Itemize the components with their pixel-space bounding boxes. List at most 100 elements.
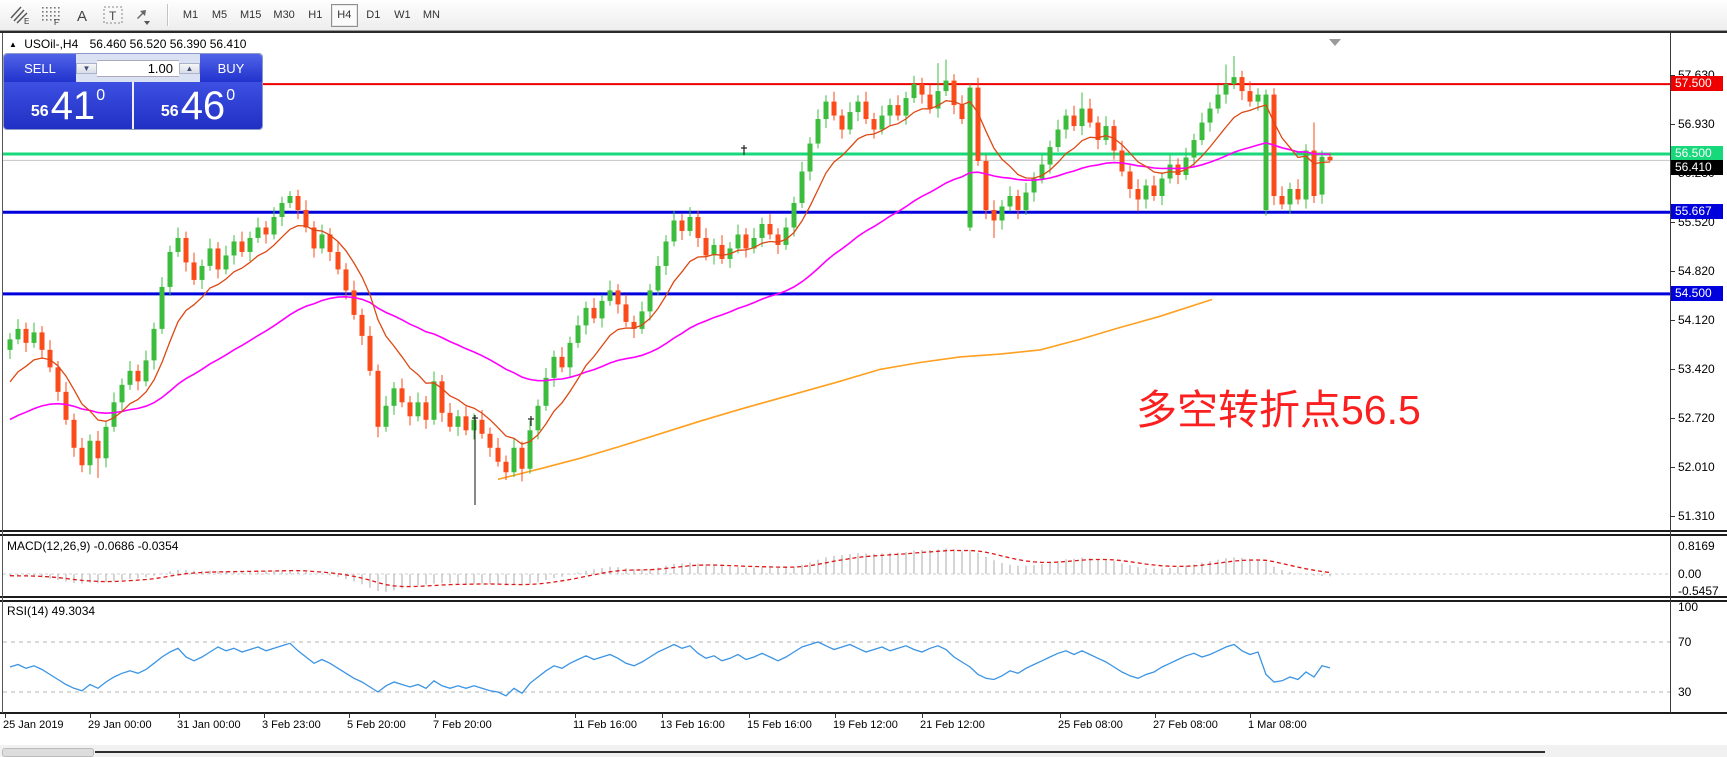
arrows-tool-icon-glyph bbox=[133, 4, 157, 26]
sell-button[interactable]: SELL bbox=[4, 54, 76, 82]
svg-text:T: T bbox=[109, 9, 117, 23]
time-axis-label: 13 Feb 16:00 bbox=[660, 719, 725, 731]
timeframe-M30[interactable]: M30 bbox=[268, 4, 299, 27]
price-level-badge: 55.667 bbox=[1671, 204, 1723, 219]
fibonacci-tool-icon[interactable]: F bbox=[38, 3, 65, 28]
scrollbar-track-line bbox=[95, 751, 1545, 753]
label-tool-icon-glyph: T bbox=[102, 4, 126, 26]
macd-canvas[interactable] bbox=[0, 537, 1727, 596]
price-tick-label: 53.420 bbox=[1678, 363, 1715, 376]
ellipse-tool-icon[interactable]: E bbox=[7, 3, 34, 28]
buy-button[interactable]: BUY bbox=[200, 54, 262, 82]
price-tick-label: 52.010 bbox=[1678, 461, 1715, 474]
timeframe-W1[interactable]: W1 bbox=[389, 4, 416, 27]
rsi-canvas[interactable] bbox=[0, 602, 1727, 713]
time-axis-tick bbox=[349, 713, 350, 718]
ma-slow-line bbox=[498, 300, 1212, 480]
time-axis-label: 1 Mar 08:00 bbox=[1248, 719, 1307, 731]
price-tick-label: 52.720 bbox=[1678, 412, 1715, 425]
time-axis-label: 19 Feb 12:00 bbox=[833, 719, 898, 731]
price-tick-mark bbox=[1670, 124, 1675, 125]
price-tick-mark bbox=[1670, 516, 1675, 517]
time-axis-label: 21 Feb 12:00 bbox=[920, 719, 985, 731]
time-axis-label: 29 Jan 00:00 bbox=[88, 719, 152, 731]
volume-input[interactable] bbox=[97, 60, 179, 77]
horizontal-scrollbar[interactable] bbox=[0, 745, 1727, 757]
rsi-scale-label: 70 bbox=[1678, 636, 1691, 649]
sell-price-sup: 0 bbox=[96, 87, 105, 105]
time-axis-tick bbox=[835, 713, 836, 718]
macd-scale-label: 0.00 bbox=[1678, 568, 1701, 581]
sell-price-big: 41 bbox=[51, 86, 96, 126]
price-tick-mark bbox=[1670, 418, 1675, 419]
price-tick-mark bbox=[1670, 369, 1675, 370]
rsi-label: RSI(14) 49.3034 bbox=[7, 604, 95, 618]
timeframe-D1[interactable]: D1 bbox=[360, 4, 387, 27]
price-tick-mark bbox=[1670, 320, 1675, 321]
svg-text:E: E bbox=[24, 17, 29, 26]
time-axis-tick bbox=[435, 713, 436, 718]
timeframe-H1[interactable]: H1 bbox=[302, 4, 329, 27]
time-axis-label: 27 Feb 08:00 bbox=[1153, 719, 1218, 731]
fibonacci-tool-icon-glyph: F bbox=[40, 4, 64, 26]
panel-divider[interactable] bbox=[0, 530, 1727, 532]
price-tick-label: 51.310 bbox=[1678, 510, 1715, 523]
price-tick-label: 54.820 bbox=[1678, 265, 1715, 278]
macd-scale-label: 0.8169 bbox=[1678, 540, 1715, 553]
sell-price[interactable]: 56 41 0 bbox=[4, 82, 132, 129]
time-axis-tick bbox=[922, 713, 923, 718]
time-axis-label: 25 Jan 2019 bbox=[3, 719, 64, 731]
buy-price-big: 46 bbox=[181, 86, 226, 126]
buy-price-sup: 0 bbox=[226, 87, 235, 105]
toolbar-separator bbox=[167, 4, 169, 26]
chart-left-border bbox=[2, 33, 3, 713]
arrows-tool-icon[interactable] bbox=[131, 3, 158, 28]
sell-price-prefix: 56 bbox=[31, 103, 49, 121]
timeframe-MN[interactable]: MN bbox=[418, 4, 445, 27]
timeframe-M5[interactable]: M5 bbox=[206, 4, 233, 27]
time-axis-tick bbox=[575, 713, 576, 718]
buy-price-prefix: 56 bbox=[161, 103, 179, 121]
price-tick-mark bbox=[1670, 222, 1675, 223]
ellipse-tool-icon-glyph: E bbox=[9, 4, 33, 26]
buy-price[interactable]: 56 46 0 bbox=[134, 82, 262, 129]
time-axis-tick bbox=[179, 713, 180, 718]
trade-panel-controls: SELL ▼ ▲ BUY bbox=[4, 54, 262, 82]
volume-up-button[interactable]: ▲ bbox=[179, 63, 200, 74]
timeframe-M1[interactable]: M1 bbox=[177, 4, 204, 27]
price-axis-line[interactable] bbox=[1670, 33, 1671, 713]
trade-marker-icon bbox=[528, 416, 534, 426]
volume-down-button[interactable]: ▼ bbox=[76, 63, 97, 74]
price-tick-mark bbox=[1670, 271, 1675, 272]
time-axis-label: 11 Feb 16:00 bbox=[573, 719, 637, 731]
time-axis-tick bbox=[264, 713, 265, 718]
time-axis-tick bbox=[5, 713, 6, 718]
price-level-badge: 57.500 bbox=[1671, 76, 1723, 91]
trade-panel-prices: 56 41 0 56 46 0 bbox=[4, 82, 262, 129]
timeframe-M15[interactable]: M15 bbox=[235, 4, 266, 27]
label-tool-icon[interactable]: T bbox=[100, 3, 127, 28]
timeframes-group: M1M5M15M30H1H4D1W1MN bbox=[176, 4, 446, 27]
svg-text:F: F bbox=[54, 18, 59, 26]
time-axis-label: 3 Feb 23:00 bbox=[262, 719, 321, 731]
panel-divider[interactable] bbox=[0, 596, 1727, 598]
price-level-badge: 54.500 bbox=[1671, 286, 1723, 301]
time-axis-label: 31 Jan 00:00 bbox=[177, 719, 241, 731]
time-axis-label: 25 Feb 08:00 bbox=[1058, 719, 1123, 731]
text-tool-icon[interactable]: A bbox=[69, 3, 96, 28]
time-axis-tick bbox=[90, 713, 91, 718]
scrollbar-thumb[interactable] bbox=[2, 748, 94, 757]
time-axis-label: 7 Feb 20:00 bbox=[433, 719, 492, 731]
chart-shift-icon bbox=[1329, 39, 1341, 46]
timeframe-H4[interactable]: H4 bbox=[331, 4, 358, 27]
panel-divider bbox=[0, 534, 1727, 536]
one-click-trading-panel: SELL ▼ ▲ BUY 56 41 0 56 46 0 bbox=[4, 54, 262, 129]
time-axis-tick bbox=[749, 713, 750, 718]
rsi-scale-label: 100 bbox=[1678, 601, 1698, 614]
drawing-tools-group: E F AT bbox=[5, 3, 160, 28]
text-tool-icon-glyph: A bbox=[71, 4, 95, 26]
rsi-scale-label: 30 bbox=[1678, 686, 1691, 699]
rsi-line bbox=[10, 642, 1330, 696]
mt4-window: EFAT M1M5M15M30H1H4D1W1MN ▲ USOil-,H4 56… bbox=[0, 0, 1727, 757]
time-axis-tick bbox=[1250, 713, 1251, 718]
